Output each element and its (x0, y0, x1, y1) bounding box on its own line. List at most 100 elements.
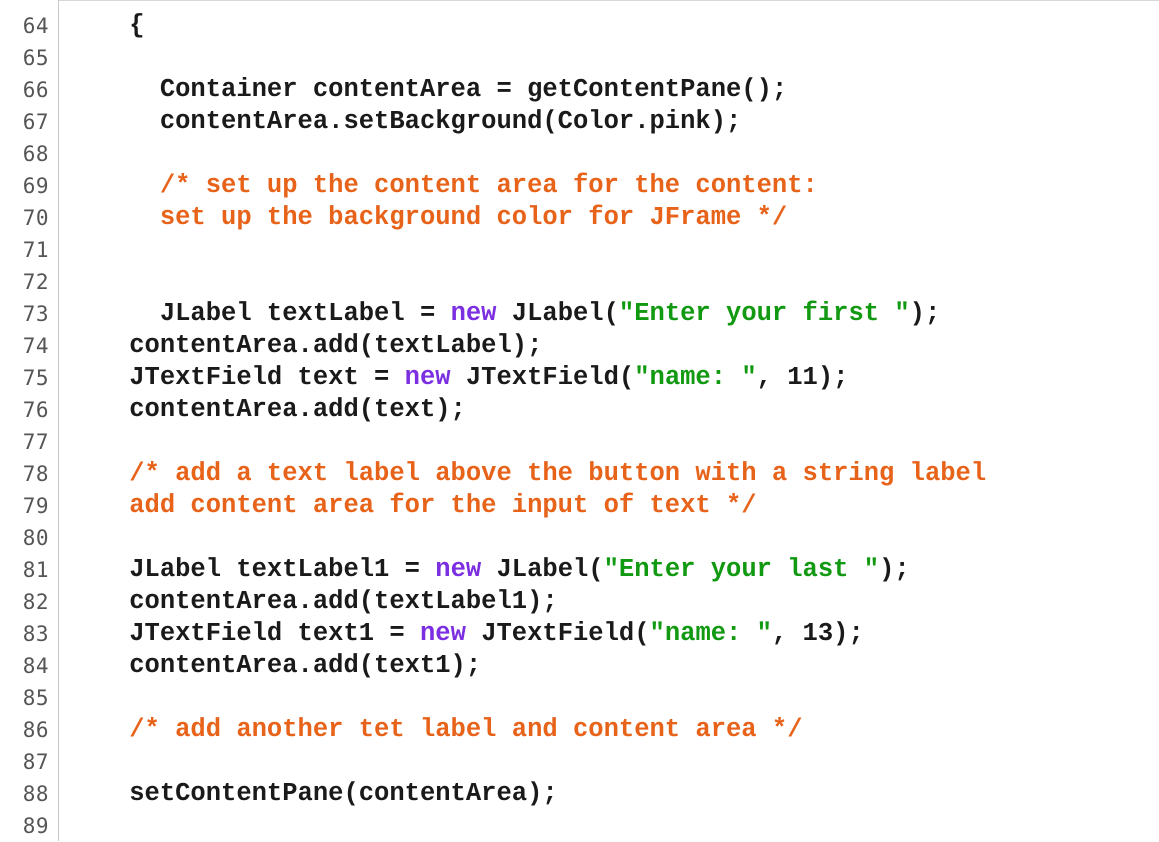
line-number: 68 (22, 142, 49, 166)
line-number: 75 (22, 366, 49, 390)
comment-token: set up the background color for JFrame *… (68, 203, 788, 232)
code-text[interactable]: JTextField text1 = new JTextField("name:… (68, 618, 864, 650)
code-token: JLabel( (496, 299, 619, 328)
code-text[interactable]: add content area for the input of text *… (68, 490, 757, 522)
code-line[interactable]: 74 contentArea.add(textLabel); (0, 330, 1159, 362)
code-line[interactable]: 82 contentArea.add(textLabel1); (0, 586, 1159, 618)
line-number: 79 (22, 494, 49, 518)
string-literal-token: "name: " (634, 363, 757, 392)
code-line[interactable]: 78 /* add a text label above the button … (0, 458, 1159, 490)
code-token: JLabel textLabel = (68, 299, 451, 328)
code-line[interactable]: 75 JTextField text = new JTextField("nam… (0, 362, 1159, 394)
code-token: contentArea.add(text); (68, 395, 466, 424)
comment-token: add content area for the input of text *… (68, 491, 757, 520)
code-line[interactable]: 66 Container contentArea = getContentPan… (0, 74, 1159, 106)
code-text[interactable]: /* add another tet label and content are… (68, 714, 803, 746)
code-text[interactable]: set up the background color for JFrame *… (68, 202, 787, 234)
keyword-token: new (450, 299, 497, 328)
line-number: 77 (22, 430, 49, 454)
code-token: contentArea.add(textLabel); (68, 331, 543, 360)
line-number: 88 (22, 782, 49, 806)
line-number: 66 (22, 78, 49, 102)
code-token: JLabel textLabel1 = (68, 555, 436, 584)
code-text[interactable]: /* set up the content area for the conte… (68, 170, 818, 202)
keyword-token: new (435, 555, 482, 584)
code-line[interactable]: 65 (0, 42, 1159, 74)
code-token: ); (909, 299, 941, 328)
line-number: 81 (22, 558, 49, 582)
code-line[interactable]: 83 JTextField text1 = new JTextField("na… (0, 618, 1159, 650)
code-token: JTextField text1 = (68, 619, 420, 648)
code-line[interactable]: 79 add content area for the input of tex… (0, 490, 1159, 522)
code-line[interactable]: 73 JLabel textLabel = new JLabel("Enter … (0, 298, 1159, 330)
code-line[interactable]: 72 (0, 266, 1159, 298)
code-token: , 11); (756, 363, 849, 392)
code-text[interactable]: setContentPane(contentArea); (68, 778, 558, 810)
code-token: JTextField( (450, 363, 635, 392)
string-literal-token: "Enter your first " (618, 299, 910, 328)
line-number: 83 (22, 622, 49, 646)
code-token: contentArea.setBackground(Color.pink); (68, 107, 742, 136)
line-number: 74 (22, 334, 49, 358)
code-text[interactable]: contentArea.add(text1); (68, 650, 481, 682)
code-token: , 13); (771, 619, 864, 648)
code-text[interactable]: { (68, 10, 144, 42)
line-number: 89 (22, 814, 49, 838)
code-line[interactable]: 84 contentArea.add(text1); (0, 650, 1159, 682)
code-line[interactable]: 86 /* add another tet label and content … (0, 714, 1159, 746)
code-token: JTextField text = (68, 363, 405, 392)
line-number: 80 (22, 526, 49, 550)
code-line[interactable]: 69 /* set up the content area for the co… (0, 170, 1159, 202)
code-text[interactable]: JTextField text = new JTextField("name: … (68, 362, 848, 394)
code-token: setContentPane(contentArea); (68, 779, 558, 808)
line-number: 82 (22, 590, 49, 614)
line-number: 87 (22, 750, 49, 774)
code-line[interactable]: 87 (0, 746, 1159, 778)
code-line[interactable]: 89 (0, 810, 1159, 842)
code-token: ); (879, 555, 910, 584)
code-line[interactable]: 77 (0, 426, 1159, 458)
string-literal-token: "name: " (649, 619, 772, 648)
code-token: JTextField( (465, 619, 650, 648)
line-number: 65 (22, 46, 49, 70)
line-number: 69 (22, 174, 49, 198)
code-text[interactable]: contentArea.add(textLabel1); (68, 586, 558, 618)
code-text[interactable]: Container contentArea = getContentPane()… (68, 74, 787, 106)
code-text[interactable]: contentArea.add(text); (68, 394, 466, 426)
code-line[interactable]: 70 set up the background color for JFram… (0, 202, 1159, 234)
code-text[interactable]: JLabel textLabel = new JLabel("Enter you… (68, 298, 940, 330)
code-text[interactable]: contentArea.setBackground(Color.pink); (68, 106, 742, 138)
code-token: contentArea.add(textLabel1); (68, 587, 558, 616)
code-token: contentArea.add(text1); (68, 651, 482, 680)
comment-token: /* add a text label above the button wit… (68, 459, 987, 488)
code-text[interactable]: contentArea.add(textLabel); (68, 330, 542, 362)
line-number: 71 (22, 238, 49, 262)
line-number: 78 (22, 462, 49, 486)
code-line[interactable]: 88 setContentPane(contentArea); (0, 778, 1159, 810)
code-editor[interactable]: 64 {65 66 Container contentArea = getCont… (0, 10, 1159, 842)
code-line[interactable]: 81 JLabel textLabel1 = new JLabel("Enter… (0, 554, 1159, 586)
code-line[interactable]: 64 { (0, 10, 1159, 42)
line-number: 76 (22, 398, 49, 422)
code-line[interactable]: 85 (0, 682, 1159, 714)
code-line[interactable]: 71 (0, 234, 1159, 266)
code-text[interactable]: /* add a text label above the button wit… (68, 458, 986, 490)
top-border (0, 0, 1159, 1)
line-number: 73 (22, 302, 49, 326)
line-number: 72 (22, 270, 49, 294)
keyword-token: new (404, 363, 451, 392)
code-line[interactable]: 67 contentArea.setBackground(Color.pink)… (0, 106, 1159, 138)
code-line[interactable]: 76 contentArea.add(text); (0, 394, 1159, 426)
keyword-token: new (419, 619, 466, 648)
code-line[interactable]: 80 (0, 522, 1159, 554)
code-line[interactable]: 68 (0, 138, 1159, 170)
code-text[interactable]: JLabel textLabel1 = new JLabel("Enter yo… (68, 554, 910, 586)
code-token: Container contentArea = getContentPane()… (68, 75, 788, 104)
string-literal-token: "Enter your last " (603, 555, 880, 584)
line-number: 86 (22, 718, 49, 742)
line-number: 64 (22, 14, 49, 38)
code-token: JLabel( (481, 555, 604, 584)
comment-token: /* add another tet label and content are… (68, 715, 803, 744)
line-number: 70 (22, 206, 49, 230)
line-number: 84 (22, 654, 49, 678)
